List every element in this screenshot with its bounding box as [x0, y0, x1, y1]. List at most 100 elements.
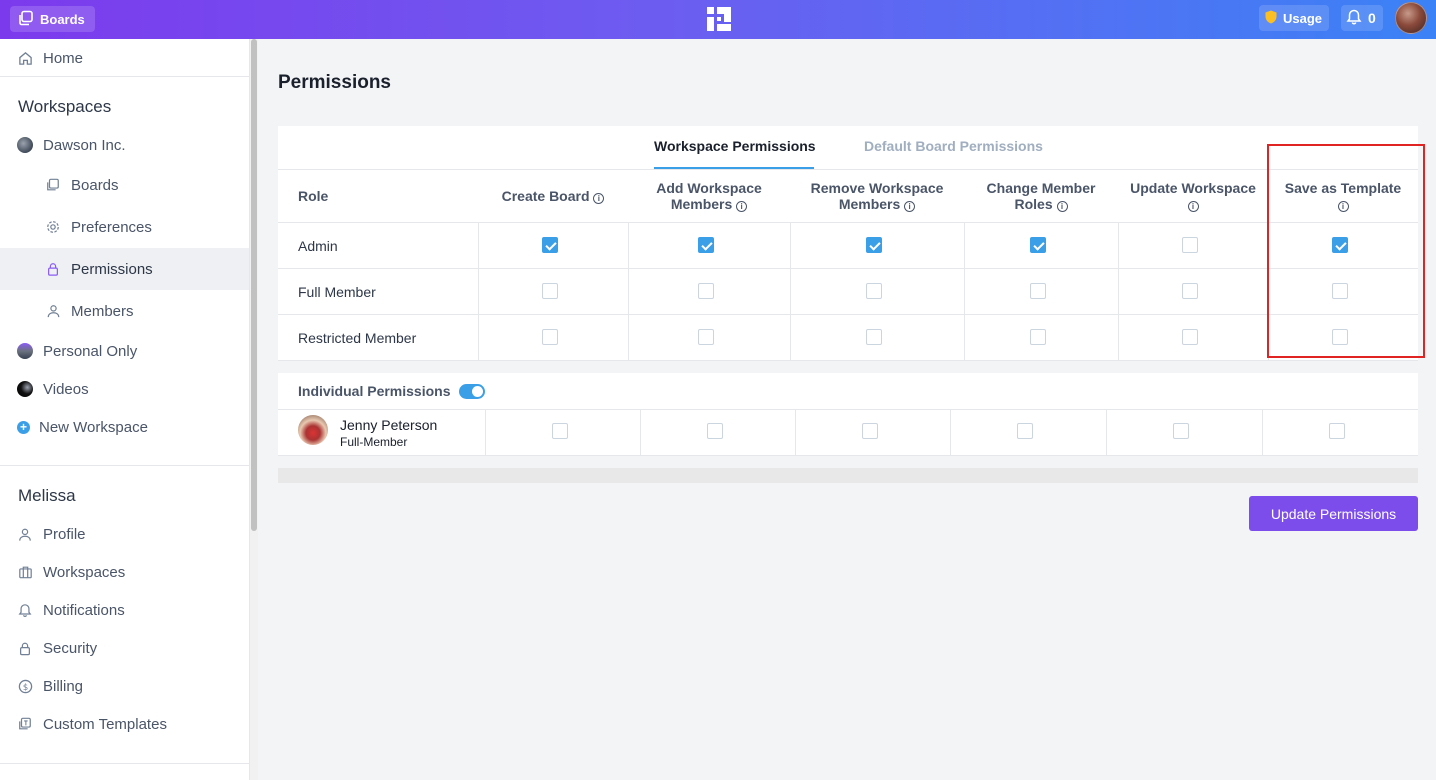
- user-permission-checkbox[interactable]: [707, 423, 723, 439]
- sidebar-item-billing[interactable]: $ Billing: [0, 667, 249, 705]
- permission-checkbox[interactable]: [1030, 283, 1046, 299]
- sidebar-item-label: Profile: [43, 525, 86, 543]
- role-label-admin: Admin: [298, 238, 338, 254]
- permission-checkbox[interactable]: [1030, 237, 1046, 253]
- bell-icon: [17, 602, 33, 618]
- sidebar-item-workspace-dawson[interactable]: Dawson Inc.: [0, 126, 249, 164]
- sidebar-item-permissions[interactable]: Permissions: [0, 248, 249, 290]
- workspace-avatar: [17, 137, 33, 153]
- permission-checkbox[interactable]: [698, 283, 714, 299]
- divider: [795, 410, 796, 455]
- usage-button[interactable]: Usage: [1259, 5, 1329, 31]
- user-icon: [17, 526, 33, 542]
- column-header-label: Add Workspace: [656, 180, 762, 196]
- sidebar-item-members[interactable]: Members: [0, 292, 249, 330]
- divider: [278, 268, 1418, 269]
- column-header-label: Change Member: [986, 180, 1096, 196]
- permissions-card: Workspace Permissions Default Board Perm…: [278, 126, 1418, 361]
- permission-checkbox[interactable]: [698, 329, 714, 345]
- new-workspace-button[interactable]: + New Workspace: [0, 408, 249, 446]
- divider: [278, 169, 1418, 170]
- info-icon[interactable]: i: [904, 201, 916, 212]
- sidebar-item-workspace-videos[interactable]: Videos: [0, 370, 249, 408]
- plus-icon: +: [17, 420, 30, 434]
- sidebar-item-notifications[interactable]: Notifications: [0, 591, 249, 629]
- column-header-role: Role: [298, 188, 329, 204]
- individual-permissions-toggle[interactable]: [459, 384, 485, 399]
- sidebar-item-preferences[interactable]: Preferences: [0, 208, 249, 246]
- sidebar-item-label: Notifications: [43, 601, 125, 619]
- home-icon: [17, 50, 33, 66]
- boards-icon: [18, 10, 34, 29]
- sidebar-item-custom-templates[interactable]: Custom Templates: [0, 705, 249, 743]
- sidebar-item-workspaces[interactable]: Workspaces: [0, 553, 249, 591]
- divider: [0, 76, 249, 77]
- update-permissions-button[interactable]: Update Permissions: [1249, 496, 1418, 531]
- sidebar-scrollbar[interactable]: [250, 39, 258, 780]
- divider: [278, 455, 1418, 456]
- horizontal-scrollbar[interactable]: [278, 468, 1418, 483]
- sidebar-item-label: Dawson Inc.: [43, 136, 126, 154]
- sidebar-item-label: Personal Only: [43, 342, 138, 360]
- user-permission-checkbox[interactable]: [1017, 423, 1033, 439]
- info-icon[interactable]: i: [736, 201, 748, 212]
- permission-checkbox[interactable]: [866, 329, 882, 345]
- divider: [0, 763, 249, 764]
- sidebar-item-label: Members: [71, 302, 134, 320]
- page-title: Permissions: [278, 72, 391, 93]
- sidebar-item-label: Permissions: [71, 260, 153, 278]
- permission-checkbox[interactable]: [1182, 283, 1198, 299]
- divider: [278, 409, 1418, 410]
- workspace-avatar: [17, 381, 33, 397]
- gear-icon: [45, 219, 61, 235]
- sidebar-item-profile[interactable]: Profile: [0, 515, 249, 553]
- sidebar-item-label: Home: [43, 49, 84, 67]
- sidebar-item-workspace-personal[interactable]: Personal Only: [0, 332, 249, 370]
- permission-checkbox[interactable]: [1182, 237, 1198, 253]
- sidebar-item-home[interactable]: Home: [0, 39, 249, 77]
- divider: [640, 410, 641, 455]
- divider: [1118, 223, 1119, 360]
- column-header-add-members: Add Workspace Members i: [628, 180, 790, 212]
- column-header-label: Roles: [1014, 196, 1053, 212]
- info-icon[interactable]: i: [1056, 201, 1068, 212]
- sidebar-item-label: Security: [43, 639, 98, 657]
- sidebar-item-label: New Workspace: [39, 418, 148, 436]
- permission-checkbox[interactable]: [1182, 329, 1198, 345]
- column-header-update-workspace: Update Workspace i: [1118, 180, 1268, 212]
- permission-checkbox[interactable]: [542, 283, 558, 299]
- workspaces-heading: Workspaces: [18, 97, 112, 116]
- divider: [950, 410, 951, 455]
- permission-checkbox[interactable]: [866, 283, 882, 299]
- divider: [278, 222, 1418, 223]
- user-permission-checkbox[interactable]: [552, 423, 568, 439]
- tab-default-board-permissions[interactable]: Default Board Permissions: [864, 138, 1043, 154]
- sidebar-item-security[interactable]: Security: [0, 629, 249, 667]
- divider: [278, 360, 1418, 361]
- permission-checkbox[interactable]: [542, 329, 558, 345]
- sidebar-item-boards[interactable]: Boards: [0, 166, 249, 204]
- user-permission-checkbox[interactable]: [862, 423, 878, 439]
- app-logo[interactable]: [705, 5, 733, 33]
- dollar-icon: $: [17, 678, 33, 694]
- column-header-label: Update Workspace: [1130, 180, 1256, 196]
- permission-checkbox[interactable]: [866, 237, 882, 253]
- scrollbar-thumb[interactable]: [251, 39, 257, 531]
- notifications-button[interactable]: 0: [1341, 5, 1383, 31]
- info-icon[interactable]: i: [593, 193, 605, 204]
- divider: [790, 223, 791, 360]
- permission-checkbox[interactable]: [542, 237, 558, 253]
- column-header-label: Members: [670, 196, 733, 212]
- user-permission-checkbox[interactable]: [1329, 423, 1345, 439]
- svg-text:$: $: [22, 681, 27, 691]
- boards-button[interactable]: Boards: [10, 6, 95, 32]
- user-avatar[interactable]: [1395, 2, 1427, 34]
- permission-checkbox[interactable]: [1030, 329, 1046, 345]
- user-permission-checkbox[interactable]: [1173, 423, 1189, 439]
- tab-workspace-permissions[interactable]: Workspace Permissions: [654, 138, 816, 154]
- info-icon[interactable]: i: [1187, 201, 1199, 212]
- permission-checkbox[interactable]: [698, 237, 714, 253]
- role-label-full-member: Full Member: [298, 284, 376, 300]
- sidebar: Home Workspaces Dawson Inc. Boards Prefe…: [0, 39, 250, 780]
- column-header-label: Remove Workspace: [810, 180, 944, 196]
